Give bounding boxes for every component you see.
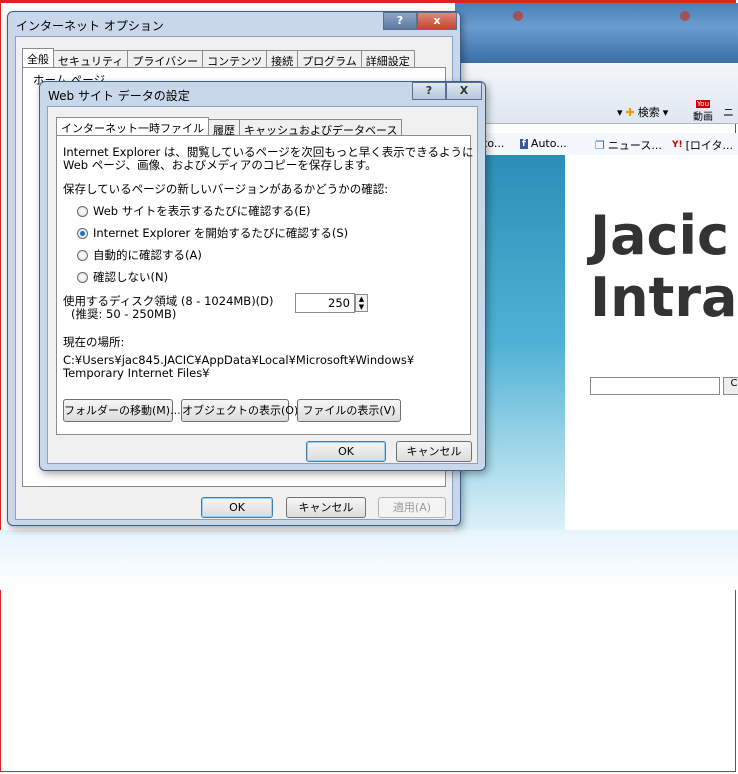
- video-label: 動画: [693, 112, 713, 123]
- command-more[interactable]: ニ: [723, 104, 734, 120]
- page-search-button[interactable]: C: [723, 377, 738, 395]
- radio-every-visit[interactable]: Web サイトを表示するたびに確認する(E): [77, 203, 310, 219]
- page-search-input[interactable]: [590, 377, 720, 395]
- page-background-fade: [0, 530, 738, 590]
- radio-label: Web サイトを表示するたびに確認する(E): [93, 204, 311, 218]
- video-button[interactable]: You 動画: [693, 100, 713, 123]
- search-engine-icon: ✚: [625, 105, 635, 119]
- facebook-icon: f: [520, 138, 528, 149]
- favorite-item[interactable]: Y! [ロイタ...: [672, 137, 733, 153]
- page-hero-title: Jacic Intrar: [590, 205, 738, 329]
- yahoo-icon: Y!: [672, 140, 683, 150]
- apply-button[interactable]: 適用(A): [378, 497, 446, 518]
- favorite-item[interactable]: to...: [483, 137, 504, 150]
- favorite-label: Auto...: [530, 137, 567, 150]
- command-more-label: ニ: [723, 106, 734, 119]
- favorite-item[interactable]: f Auto...: [520, 137, 567, 150]
- dialog-title: インターネット オプション: [16, 19, 164, 33]
- radio-label: 確認しない(N): [93, 270, 169, 284]
- current-location-path: C:¥Users¥jac845.JACIC¥AppData¥Local¥Micr…: [63, 353, 415, 367]
- close-button[interactable]: X: [446, 82, 482, 100]
- favorite-label: [ロイタ...: [685, 139, 733, 152]
- tab-general[interactable]: 全般: [22, 48, 54, 69]
- disk-space-recommended: (推奨: 50 - 250MB): [71, 307, 177, 321]
- hero-line: Intrar: [590, 266, 738, 329]
- ok-button[interactable]: OK: [306, 441, 386, 462]
- youtube-icon: You: [695, 100, 711, 108]
- dialog-content: インターネット一時ファイル 履歴 キャッシュおよびデータベース Internet…: [47, 106, 478, 464]
- radio-automatic[interactable]: 自動的に確認する(A): [77, 247, 202, 263]
- radio-indicator: [77, 205, 88, 217]
- tab-panel: Internet Explorer は、閲覧しているページを次回もっと早く表示で…: [56, 135, 474, 435]
- favorite-label: to...: [483, 137, 505, 150]
- radio-indicator: [77, 271, 88, 283]
- search-dropdown[interactable]: ▾ ✚ 検索 ▾: [617, 104, 668, 120]
- view-objects-button[interactable]: オブジェクトの表示(O): [181, 399, 298, 422]
- radio-never[interactable]: 確認しない(N): [77, 269, 168, 285]
- website-data-settings-dialog: Web サイト データの設定 ? X インターネット一時ファイル 履歴 キャッシ…: [39, 81, 486, 471]
- cancel-button[interactable]: キャンセル: [396, 441, 472, 462]
- close-button[interactable]: x: [417, 12, 457, 30]
- chevron-up-icon: ▲: [358, 295, 365, 303]
- disk-space-stepper[interactable]: ▲ ▼: [355, 294, 368, 312]
- move-folder-button[interactable]: フォルダーの移動(M)...: [63, 399, 181, 422]
- browser-tab-icon: [513, 11, 523, 21]
- view-files-button[interactable]: ファイルの表示(V): [297, 399, 401, 422]
- dialog-title: Web サイト データの設定: [48, 89, 190, 103]
- favorite-label: ニュース...: [607, 139, 662, 152]
- command-bar: ▾ ✚ 検索 ▾ You 動画 ニ: [455, 100, 738, 124]
- favorite-item[interactable]: ❐ ニュース...: [595, 137, 662, 153]
- disk-space-input[interactable]: 250: [295, 293, 355, 313]
- radio-label: Internet Explorer を開始するたびに確認する(S): [93, 226, 349, 240]
- radio-indicator: [77, 227, 88, 239]
- ie-page-icon: ❐: [595, 138, 605, 152]
- description-text: Web ページ、画像、およびメディアのコピーを保存します。: [63, 158, 377, 172]
- help-button[interactable]: ?: [383, 12, 417, 30]
- current-location-path: Temporary Internet Files¥: [63, 366, 210, 380]
- radio-every-start[interactable]: Internet Explorer を開始するたびに確認する(S): [77, 225, 348, 241]
- browser-tab-icon: [680, 11, 690, 21]
- current-location-label: 現在の場所:: [63, 335, 125, 349]
- hero-line: Jacic: [590, 204, 730, 267]
- chevron-down-icon: ▼: [358, 303, 365, 311]
- radio-label: 自動的に確認する(A): [93, 248, 202, 262]
- favorites-bar: to... f Auto... ❐ ニュース... Y! [ロイタ...: [455, 133, 738, 156]
- chevron-down-icon: ▾: [662, 105, 669, 119]
- ok-button[interactable]: OK: [201, 497, 273, 518]
- help-button[interactable]: ?: [412, 82, 446, 100]
- search-label: 検索: [637, 106, 660, 119]
- chevron-down-icon: ▾: [617, 105, 623, 119]
- browser-title-bar: [455, 3, 738, 63]
- check-version-label: 保存しているページの新しいバージョンがあるかどうかの確認:: [63, 182, 389, 196]
- cancel-button[interactable]: キャンセル: [286, 497, 366, 518]
- radio-indicator: [77, 249, 88, 261]
